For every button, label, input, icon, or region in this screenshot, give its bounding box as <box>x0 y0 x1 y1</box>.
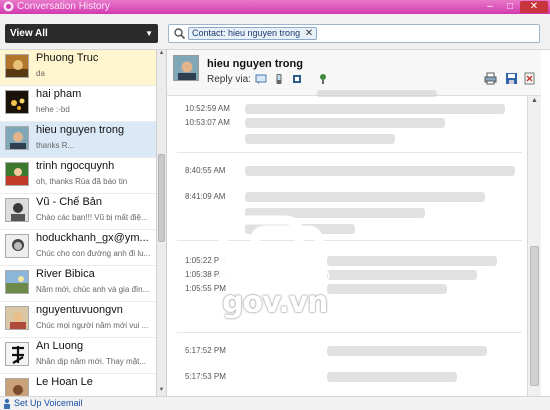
message-icon[interactable] <box>255 73 267 85</box>
contact-status: hehe :-bd <box>36 105 70 114</box>
avatar <box>5 126 29 150</box>
contact-name: nguyentuvuongvn <box>36 304 123 316</box>
chevron-down-icon: ▼ <box>145 29 153 38</box>
list-item[interactable]: River Bibica Năm mới, chúc anh và gia đì… <box>0 266 156 302</box>
blurred-text <box>327 256 497 266</box>
save-icon[interactable] <box>505 72 518 85</box>
avatar <box>5 162 29 186</box>
view-filter-dropdown[interactable]: View All ▼ <box>5 24 158 43</box>
list-item[interactable]: hoduckhanh_gx@ym... Chúc cho con đường a… <box>0 230 156 266</box>
search-icon <box>174 28 186 40</box>
list-item[interactable]: hai pham hehe :-bd <box>0 86 156 122</box>
app-logo-icon <box>3 1 14 12</box>
contact-name: hai pham <box>36 88 82 100</box>
window-title: Conversation History <box>17 1 110 12</box>
divider <box>177 152 522 153</box>
avatar <box>5 54 29 78</box>
avatar <box>5 378 29 396</box>
contact-status: da <box>36 69 45 78</box>
list-item[interactable]: trinh ngocquynh oh, thanks Rùa đã báo ti… <box>0 158 156 194</box>
avatar <box>173 55 199 81</box>
contact-name: trinh ngocquynh <box>36 160 115 172</box>
blurred-text <box>245 134 395 144</box>
list-item[interactable]: hieu nguyen trong thanks R... <box>0 122 156 158</box>
contact-status: Chúc cho con đường anh đi lu... <box>36 249 151 258</box>
message-timestamp: 10:52:59 AM <box>185 104 230 113</box>
status-bar: Set Up Voicemail <box>0 396 550 410</box>
contact-list: Phuong Truc da hai pham hehe :-bd hieu n… <box>0 50 156 396</box>
contact-status: Nhân dịp năm mới. Thay mặt... <box>36 357 147 366</box>
contact-name: An Luong <box>36 340 84 352</box>
close-button[interactable]: ✕ <box>520 1 548 13</box>
blurred-text <box>245 118 445 128</box>
contact-name: Le Hoan Le <box>36 376 93 388</box>
message-timestamp: 8:41:09 AM <box>185 192 226 201</box>
avatar <box>5 306 29 330</box>
avatar <box>5 198 29 222</box>
minimize-button[interactable]: – <box>480 1 500 13</box>
blurred-text <box>245 166 515 176</box>
search-input[interactable]: Contact: hieu nguyen trong ✕ <box>168 24 540 43</box>
voice-call-icon[interactable] <box>317 73 329 85</box>
blurred-text <box>327 270 477 280</box>
toolbar: View All ▼ Contact: hieu nguyen trong ✕ <box>0 14 550 50</box>
blurred-text <box>327 372 457 382</box>
blurred-text <box>327 346 487 356</box>
list-item[interactable]: Phuong Truc da <box>0 50 156 86</box>
avatar <box>5 342 29 366</box>
contact-name: hoduckhanh_gx@ym... <box>36 232 149 244</box>
view-filter-label: View All <box>10 28 48 39</box>
list-item[interactable]: Vũ - Chế Bản Chào các bạn!!! Vũ bị mất đ… <box>0 194 156 230</box>
avatar <box>5 90 29 114</box>
chevron-up-icon[interactable]: ▲ <box>529 97 540 107</box>
avatar <box>5 234 29 258</box>
divider <box>177 332 522 333</box>
scrollbar-thumb[interactable] <box>530 246 539 386</box>
blurred-text <box>317 90 437 97</box>
message-scrollbar[interactable]: ▲ <box>527 96 541 396</box>
contact-status: Chào các bạn!!! Vũ bị mất điệ... <box>36 213 148 222</box>
contact-name: Phuong Truc <box>36 52 99 64</box>
delete-icon[interactable] <box>523 72 536 85</box>
watermark-text: gov.vn <box>222 285 329 320</box>
scrollbar-thumb[interactable] <box>158 154 165 242</box>
contact-name: hieu nguyen trong <box>36 124 125 136</box>
avatar <box>5 270 29 294</box>
list-item[interactable]: An Luong Nhân dịp năm mới. Thay mặt... <box>0 338 156 374</box>
print-icon[interactable] <box>484 72 497 85</box>
voicemail-icon <box>4 398 10 409</box>
sms-icon[interactable] <box>291 73 303 85</box>
blurred-text <box>245 104 505 114</box>
contact-status: thanks R... <box>36 141 75 150</box>
message-timestamp: 5:17:53 PM <box>185 372 226 381</box>
message-timestamp: 8:40:55 AM <box>185 166 226 175</box>
contact-list-scrollbar[interactable]: ▲ ▼ <box>156 50 166 396</box>
search-chip-label: Contact: hieu nguyen trong <box>192 28 301 38</box>
list-item[interactable]: nguyentuvuongvn Chúc mọi người năm mới v… <box>0 302 156 338</box>
mobile-phone-icon[interactable] <box>273 73 285 85</box>
maximize-button[interactable]: □ <box>500 1 520 13</box>
list-item[interactable]: Le Hoan Le <box>0 374 156 396</box>
message-timestamp: 10:53:07 AM <box>185 118 230 127</box>
blurred-text <box>245 192 485 202</box>
contact-status: oh, thanks Rùa đã báo tin <box>36 177 128 186</box>
conversation-contact-name: hieu nguyen trong <box>207 58 303 70</box>
close-icon[interactable]: ✕ <box>305 28 313 39</box>
contact-name: River Bibica <box>36 268 95 280</box>
message-timestamp: 5:17:52 PM <box>185 346 226 355</box>
search-filter-chip[interactable]: Contact: hieu nguyen trong ✕ <box>188 27 318 40</box>
title-bar: Conversation History – □ ✕ <box>0 0 550 14</box>
set-up-voicemail-link[interactable]: Set Up Voicemail <box>14 397 83 410</box>
contact-name: Vũ - Chế Bản <box>36 196 103 208</box>
contact-status: Năm mới, chúc anh và gia đìn... <box>36 285 150 294</box>
chevron-down-icon[interactable]: ▼ <box>157 387 166 396</box>
blurred-text <box>327 284 447 294</box>
chevron-up-icon[interactable]: ▲ <box>157 50 166 59</box>
reply-via-label: Reply via: <box>207 74 251 85</box>
contact-status: Chúc mọi người năm mới vui ... <box>36 321 149 330</box>
